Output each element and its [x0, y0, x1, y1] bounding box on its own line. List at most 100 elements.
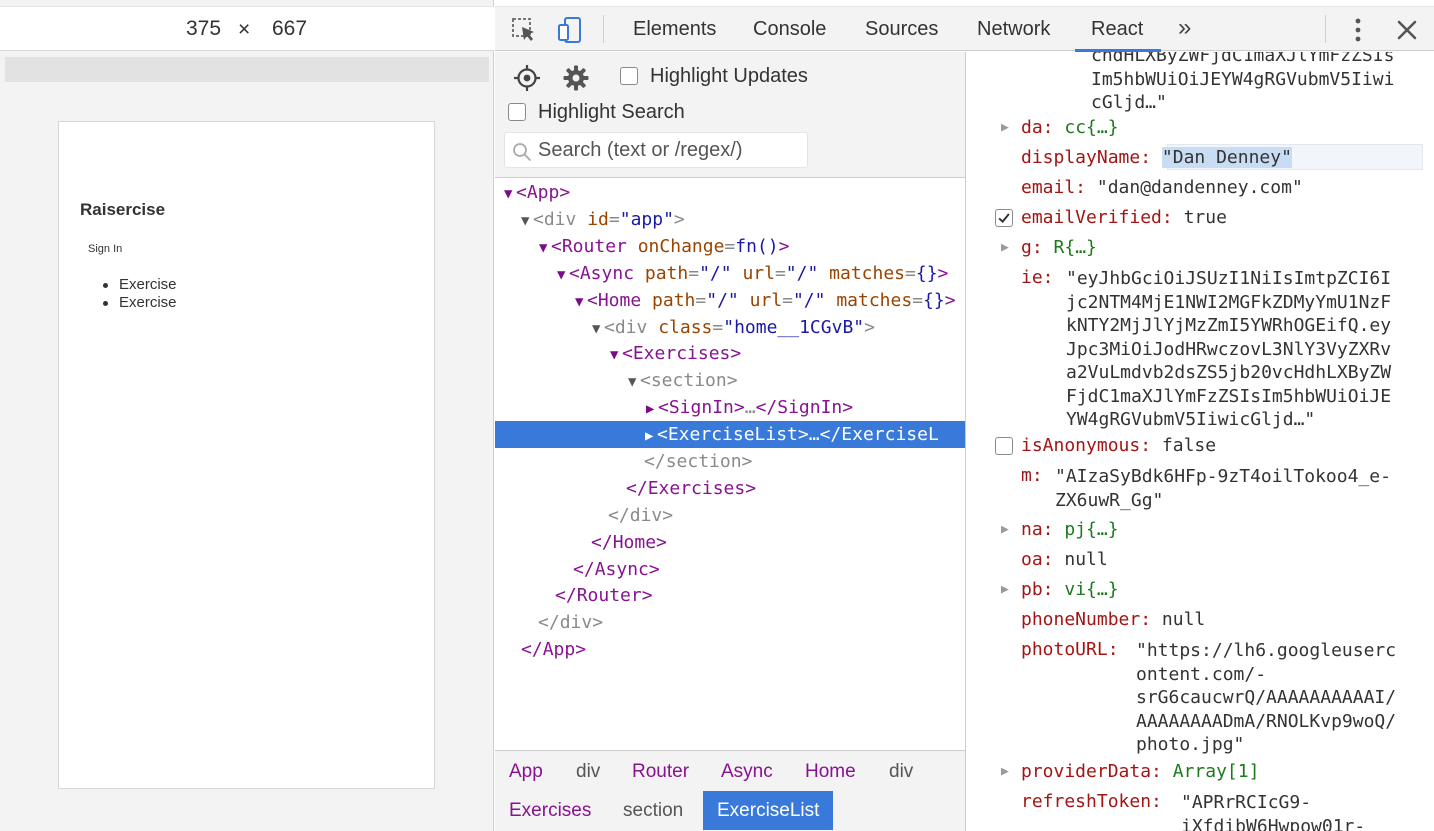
tree-node-div-home[interactable]: ▼ <div class="home__1CGvB"> — [592, 314, 875, 341]
collapsed-triangle-icon[interactable]: ▶ — [646, 396, 658, 423]
breadcrumb-section[interactable]: section — [617, 791, 689, 830]
list-item: Exercise — [103, 294, 177, 312]
collapsed-triangle-icon[interactable]: ▶ — [1001, 120, 1009, 135]
tree-node-signin[interactable]: ▶ <SignIn>…</SignIn> — [646, 394, 853, 421]
tab-console[interactable]: Console — [753, 18, 826, 41]
breadcrumb-div[interactable]: div — [570, 752, 606, 791]
toolbar-divider — [1325, 15, 1326, 43]
prop-value-m: "AIzaSyBdk6HFp-9zT4oilTokoo4_e- ZX6uwR_G… — [1055, 466, 1391, 511]
expanded-triangle-icon[interactable]: ▼ — [592, 316, 604, 343]
prop-value-refreshtoken: "APRrRCIcG9- iXfdibW6Hwpow01r- — [1181, 792, 1366, 831]
tree-toolbar: Highlight Updates Highlight Search — [495, 52, 965, 178]
prop-value-continued: chdHLXByZWFjdC1maXJlYmFzZSIs Im5hbWUiOiJ… — [1091, 52, 1395, 113]
device-toggle-icon[interactable] — [556, 16, 584, 44]
media-query-bar[interactable] — [5, 57, 489, 82]
expanded-triangle-icon[interactable]: ▼ — [539, 235, 551, 262]
expanded-triangle-icon[interactable]: ▼ — [557, 262, 569, 289]
close-icon[interactable] — [1395, 18, 1419, 42]
prop-row-ie[interactable]: ie: — [1021, 263, 1054, 293]
breadcrumb-exerciselist[interactable]: ExerciseList — [703, 791, 834, 830]
prop-value-ie: "eyJhbGciOiJSUzI1NiIsImtpZCI6I jc2NTM4Mj… — [1066, 268, 1392, 430]
tree-node-app-close[interactable]: </App> — [521, 636, 586, 663]
tab-network[interactable]: Network — [977, 18, 1050, 41]
prop-value-photourl: "https://lh6.googleuserc ontent.com/- sr… — [1136, 640, 1397, 755]
tree-node-exercises[interactable]: ▼ <Exercises> — [610, 340, 741, 367]
expanded-triangle-icon[interactable]: ▼ — [504, 181, 516, 208]
tree-node-async-close[interactable]: </Async> — [573, 556, 660, 583]
prop-row-refreshtoken[interactable]: refreshToken: — [1021, 787, 1162, 817]
tree-node-section-close[interactable]: </section> — [644, 448, 752, 475]
breadcrumb-async[interactable]: Async — [715, 752, 779, 791]
prop-row-isanonymous[interactable]: isAnonymous: false — [1021, 431, 1216, 461]
prop-row-oa[interactable]: oa: null — [1021, 545, 1108, 575]
collapsed-triangle-icon[interactable]: ▶ — [645, 423, 657, 450]
toolbar-divider — [603, 15, 604, 43]
breadcrumb-exercises[interactable]: Exercises — [503, 791, 597, 830]
more-tabs-button[interactable]: » — [1178, 14, 1191, 42]
prop-row-na[interactable]: na: pj{…} — [1021, 515, 1119, 545]
email-verified-checkbox[interactable] — [995, 209, 1013, 227]
prop-row-providerdata[interactable]: providerData: Array[1] — [1021, 757, 1259, 787]
breadcrumb-div[interactable]: div — [883, 752, 919, 791]
is-anonymous-checkbox[interactable] — [995, 437, 1013, 455]
tree-node-app[interactable]: ▼ <App> — [504, 179, 570, 206]
breadcrumb: App div Router Async Home div Exercises … — [495, 750, 965, 831]
signin-link[interactable]: Sign In — [88, 243, 122, 255]
tree-node-async[interactable]: ▼ <Async path="/" url="/" matches={}> — [557, 260, 948, 287]
props-pane: chdHLXByZWFjdC1maXJlYmFzZSIs Im5hbWUiOiJ… — [967, 52, 1434, 831]
tab-elements[interactable]: Elements — [633, 18, 716, 41]
prop-row-m[interactable]: m: — [1021, 461, 1043, 491]
tree-node-exercises-close[interactable]: </Exercises> — [626, 475, 756, 502]
list-item: Exercise — [103, 276, 177, 294]
tree-node-div-app[interactable]: ▼ <div id="app"> — [521, 206, 685, 233]
device-height-value[interactable]: 667 — [272, 17, 307, 41]
device-width-value[interactable]: 375 — [186, 17, 221, 41]
tree-node-home-close[interactable]: </Home> — [591, 529, 667, 556]
prop-row-emailverified[interactable]: emailVerified: true — [1021, 203, 1227, 233]
tree-node-div-app-close[interactable]: </div> — [538, 609, 603, 636]
expanded-triangle-icon[interactable]: ▼ — [628, 369, 640, 396]
exercise-list: Exercise Exercise — [103, 276, 177, 312]
expanded-triangle-icon[interactable]: ▼ — [610, 342, 622, 369]
search-icon — [513, 143, 531, 161]
prop-row-g[interactable]: g: R{…} — [1021, 233, 1097, 263]
prop-row-pb[interactable]: pb: vi{…} — [1021, 575, 1119, 605]
highlight-search-checkbox[interactable] — [508, 103, 526, 121]
gear-icon[interactable] — [562, 64, 590, 92]
tree-node-router-close[interactable]: </Router> — [555, 582, 653, 609]
collapsed-triangle-icon[interactable]: ▶ — [1001, 582, 1009, 597]
device-viewport-pane: 375 × 667 Raisercise Sign In Exercise Ex… — [0, 0, 494, 831]
collapsed-triangle-icon[interactable]: ▶ — [1001, 764, 1009, 779]
tab-react[interactable]: React — [1091, 18, 1143, 41]
expanded-triangle-icon[interactable]: ▼ — [575, 289, 587, 316]
breadcrumb-app[interactable]: App — [503, 752, 549, 791]
prop-row-phonenumber[interactable]: phoneNumber: null — [1021, 605, 1205, 635]
collapsed-triangle-icon[interactable]: ▶ — [1001, 240, 1009, 255]
highlight-updates-checkbox[interactable] — [620, 67, 638, 85]
kebab-menu-icon[interactable] — [1349, 17, 1367, 43]
highlight-search-label: Highlight Search — [538, 101, 685, 123]
inspect-element-icon[interactable] — [510, 16, 538, 44]
tree-node-home[interactable]: ▼ <Home path="/" url="/" matches={}> — [575, 287, 956, 314]
displayname-value[interactable]: "Dan Denney" — [1161, 147, 1292, 168]
tree-node-exerciselist-selected[interactable]: ▶ <ExerciseList>…</ExerciseL — [495, 421, 965, 448]
expanded-triangle-icon[interactable]: ▼ — [521, 208, 533, 235]
emulated-page: Raisercise Sign In Exercise Exercise — [58, 121, 435, 789]
collapsed-triangle-icon[interactable]: ▶ — [1001, 522, 1009, 537]
prop-row-email[interactable]: email: "dan@dandenney.com" — [1021, 173, 1303, 203]
prop-row-da[interactable]: da: cc{…} — [1021, 113, 1119, 143]
prop-row-photourl[interactable]: photoURL: — [1021, 635, 1119, 665]
prop-row-displayname[interactable]: displayName: "Dan Denney" — [1021, 143, 1292, 173]
search-box — [504, 132, 808, 168]
tab-sources[interactable]: Sources — [865, 18, 938, 41]
component-tree: ▼ <App> ▼ <div id="app"> ▼ <Router onChange… — [495, 179, 965, 799]
search-input[interactable] — [538, 137, 803, 163]
highlight-updates-label: Highlight Updates — [650, 65, 808, 87]
select-component-icon[interactable] — [513, 64, 541, 92]
breadcrumb-home[interactable]: Home — [799, 752, 862, 791]
page-title: Raisercise — [80, 200, 166, 219]
tree-node-section[interactable]: ▼ <section> — [628, 367, 738, 394]
tree-node-router[interactable]: ▼ <Router onChange=fn()> — [539, 233, 789, 260]
tree-node-div-close[interactable]: </div> — [608, 502, 673, 529]
breadcrumb-router[interactable]: Router — [626, 752, 695, 791]
